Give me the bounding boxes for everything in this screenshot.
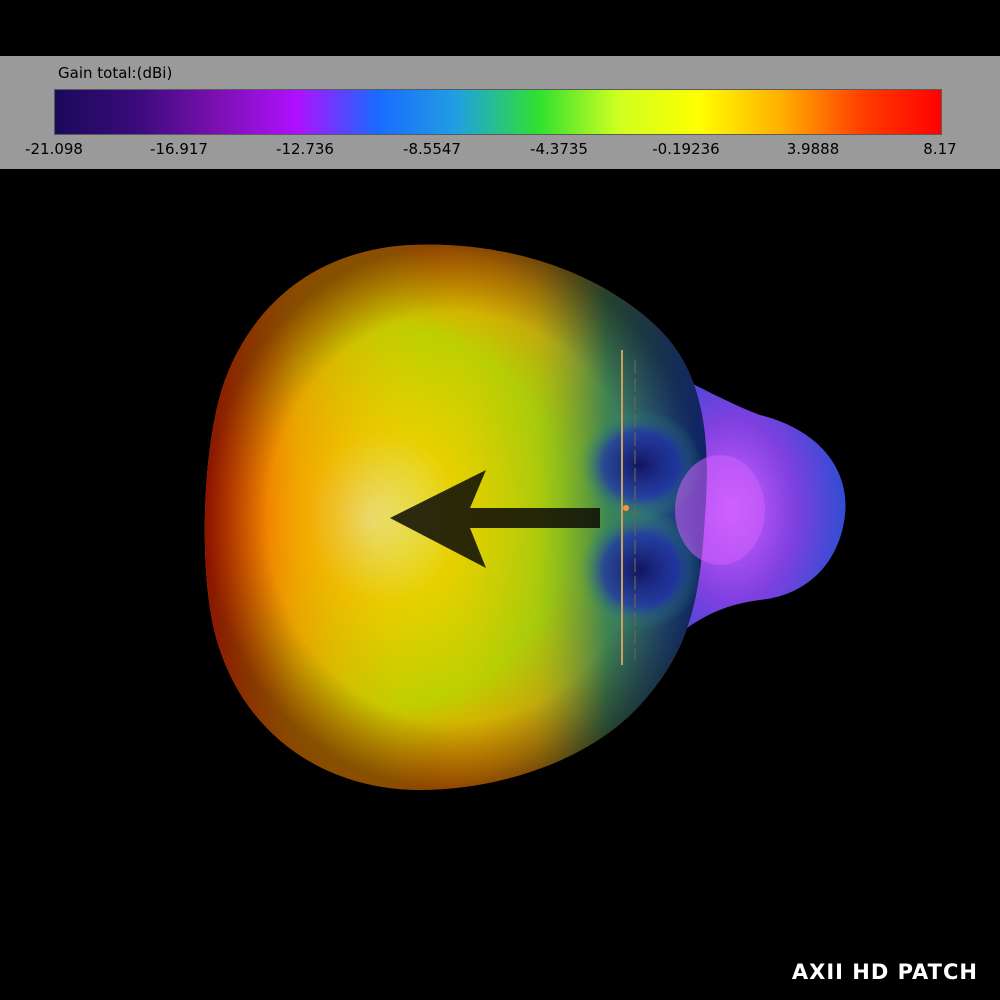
antenna-feed bbox=[623, 505, 629, 511]
back-lobe-highlight bbox=[675, 455, 765, 565]
brand-logo: AXII HD PATCH bbox=[791, 960, 978, 984]
radiation-pattern-view: Gain total:(dBi) -21.098 -16.917 -12.736… bbox=[0, 0, 1000, 1000]
3d-radiation-pattern bbox=[204, 244, 846, 790]
